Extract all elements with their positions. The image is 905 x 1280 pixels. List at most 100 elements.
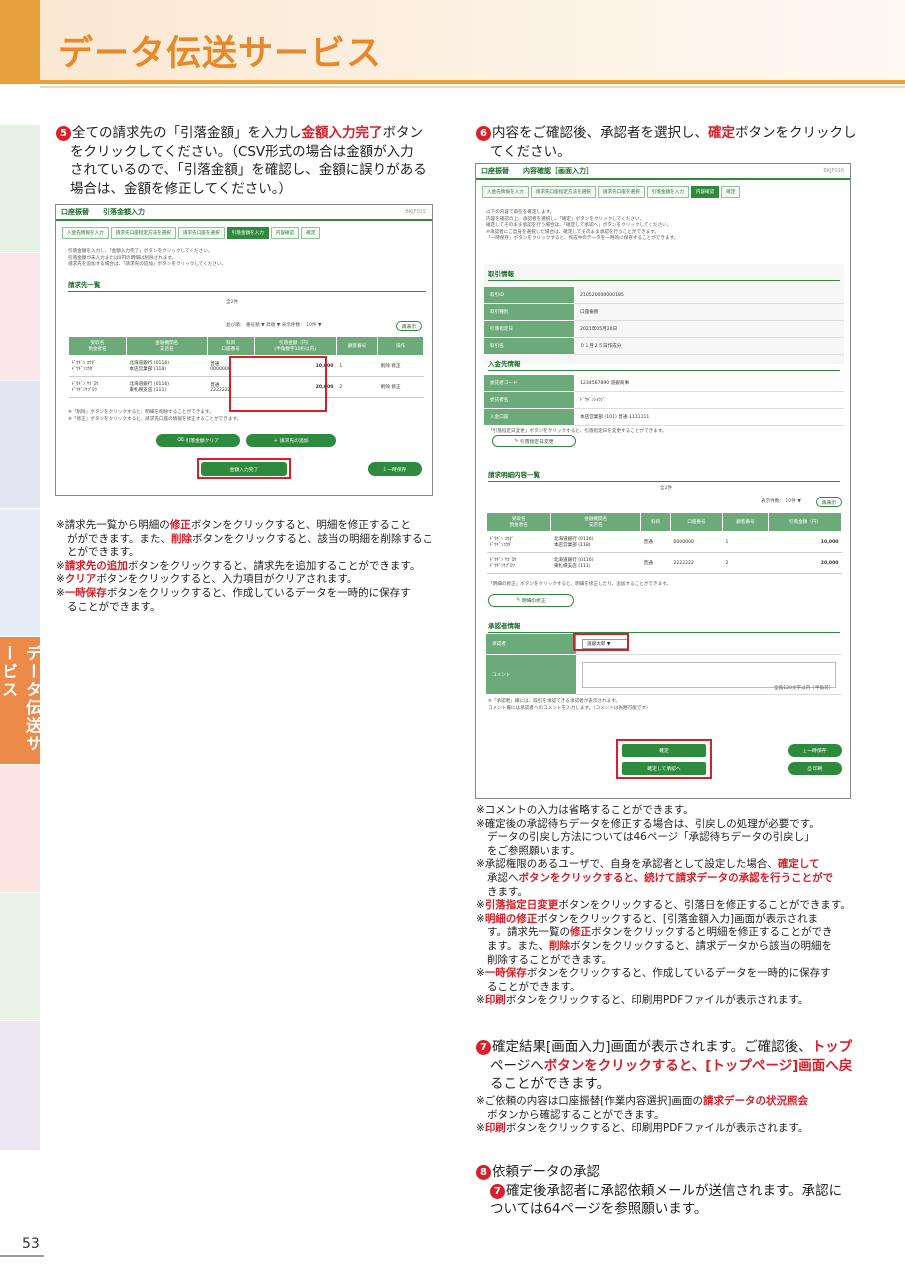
note-segment: ます。また、: [487, 939, 549, 952]
step-number: 5: [56, 126, 71, 141]
table-cell: 2222222: [670, 552, 723, 574]
note-segment: ※: [56, 573, 65, 586]
page-number-rule: [0, 1255, 44, 1257]
note-segment: がができます。また、: [67, 532, 171, 545]
note-line: ることができます。: [476, 981, 861, 995]
note-segment: ※コメントの入力は省略することができます。: [476, 804, 694, 816]
shot6-redisplay-button[interactable]: 再表示: [816, 497, 842, 507]
shot6-trade-title: 取引情報: [488, 268, 840, 281]
stepper-step: 請求先口座指定方法を選択: [530, 186, 596, 198]
shot6-edit-detail-button[interactable]: ✎ 明細の修正: [488, 594, 574, 607]
step-5-text: 5 全ての請求先の「引落金額」を入力し金額入力完了ボタン をクリックしてください。（…: [56, 124, 446, 198]
note-line: ※引落指定日変更ボタンをクリックすると、引落日を修正することができます。: [476, 899, 861, 913]
info-row: 委託者コード 1234567890 道銀商事: [484, 375, 844, 392]
text-line: 「一時保存」ボタンをクリックすると、作成中のデータを一時的に保存することができま…: [486, 236, 679, 241]
info-label: 取引名: [484, 337, 574, 355]
shot5-section-title: 請求先一覧: [68, 279, 426, 292]
shot6-save-button[interactable]: ⤓ 一時保存: [788, 744, 842, 757]
step-7-notes: ※ご依頼の内容は口座振替[作業内容選択]画面の請求データの状況照会 ボタンから確認…: [476, 1095, 861, 1136]
side-tab-3[interactable]: [0, 381, 40, 509]
shot6-per-page[interactable]: 表示件数： 10件 ▼: [761, 499, 801, 506]
note-line: 削除することができます。: [476, 954, 861, 968]
side-tab-2[interactable]: [0, 253, 40, 381]
table-cell: ﾄﾞｳｷﾞﾝ ｺｳﾀﾞ ﾄﾞｳｷﾞﾝｺｳﾀﾞ: [486, 531, 551, 553]
note-segment: ボタンから確認することができます。: [487, 1108, 665, 1121]
side-tab-4[interactable]: [0, 509, 40, 637]
table-cell: 2: [722, 552, 769, 574]
button-name: 明細の修正: [484, 912, 538, 925]
button-name: 印刷: [484, 1122, 506, 1135]
note-segment: ボタンをクリックすると、入力項目がクリアされます。: [96, 573, 358, 586]
button-name: 修正: [169, 519, 191, 531]
shot5-sort-controls[interactable]: 並び順： 番号順 ▼ 昇順 ▼ 表示件数： 10件 ▼: [226, 323, 322, 330]
shot5-intro: 引落金額を入力し、「金額入力完了」ボタンをクリックしてください。 引落金額が未入力…: [68, 249, 432, 269]
shot5-clear-button[interactable]: ⌫ 引落金額クリア: [156, 434, 240, 447]
button-name: 請求先の追加: [64, 559, 128, 572]
side-tab-1[interactable]: [0, 125, 40, 253]
shot6-detail-note: 「明細の修正」ボタンをクリックすると、明細を修正したり、追加することができます。: [488, 582, 671, 587]
shot6-comment-label: コメント: [486, 654, 576, 695]
text-line: 5 全ての請求先の「引落金額」を入力し金額入力完了ボタン: [56, 124, 446, 143]
shot5-redisplay-button[interactable]: 再表示: [396, 321, 422, 331]
note-line: ※請求先の追加ボタンをクリックすると、請求先を追加することができます。: [56, 560, 441, 574]
page-number: 53: [22, 1236, 40, 1252]
column-header: 受取名 預金者名: [68, 336, 127, 356]
note-segment: ※承認権限のあるユーザで、自身を承認者として設定した場合、: [476, 858, 778, 871]
note-segment: をご参照願います。: [487, 844, 581, 857]
info-value: ﾄﾞｳｷﾞﾝｼｮｳｼﾞ: [574, 391, 844, 409]
info-row: 取引ID 210520000000185: [484, 287, 844, 304]
table-cell: 普通: [640, 552, 671, 574]
shot6-approver-note: ※「承認者」欄には、取引を承認できる承認者が表示されます。 コメント欄には承認者へ…: [488, 699, 651, 712]
side-tab-7[interactable]: [0, 893, 40, 1021]
stepper-step: 内容確認: [270, 227, 300, 239]
table-cell: 北海道銀行 (0116) 本店営業部 (118): [550, 531, 641, 553]
side-tab-6[interactable]: [0, 765, 40, 893]
shot6-stepper: 入金先情報を入力 請求先口座指定方法を選択 請求先口座を選択 引落金額を入力 内容確認確…: [482, 186, 850, 198]
shot6-change-date-button[interactable]: ✎ 引落指定日変更: [492, 435, 576, 447]
shot5-save-button[interactable]: ⤓ 一時保存: [368, 462, 422, 476]
note-line: ※承認権限のあるユーザで、自身を承認者として設定した場合、確定して: [476, 858, 861, 872]
info-value: 本店営業部 (101) 普通 1111111: [574, 408, 844, 426]
screenshot-amount-input: 口座振替 引落金額入力 BKJF015 入金先情報を入力 請求先口座指定方法を選択…: [55, 204, 433, 496]
shot6-payee-table: 委託者コード 1234567890 道銀商事 委託者名 ﾄﾞｳｷﾞﾝｼｮｳｼﾞ 入金口座…: [484, 375, 844, 426]
table-cell: 20,000: [768, 552, 842, 574]
text-line: 請求先を追加する場合は、「請求先の追加」ボタンをクリックしてください。: [68, 262, 227, 267]
shot6-approver-title: 承認者情報: [488, 620, 840, 633]
column-header: 顧客番号: [335, 336, 379, 356]
info-row: 取引名 ０１月２５日作成分: [484, 337, 844, 355]
note-line: す。請求先一覧の修正ボタンをクリックすると明細を修正することができ: [476, 926, 861, 940]
button-name: 一時保存: [484, 967, 527, 980]
side-tab-data-transmission[interactable]: データ伝送サービス: [0, 637, 42, 765]
comment-textarea[interactable]: [582, 661, 836, 688]
text-segment: てください。: [490, 143, 571, 160]
step-8-title: 依頼データの承認: [492, 1164, 600, 1180]
note-line: 承認へボタンをクリックすると、続けて請求データの承認を行うことがで: [476, 872, 861, 886]
column-header: 引落金額（円） (半角数字10桁以内): [253, 336, 337, 356]
note-segment: ※: [476, 994, 485, 1007]
text-line: 7 確定結果[画面入力]画面が表示されます。ご確認後、トップ: [476, 1038, 866, 1057]
note-line: ※クリアボタンをクリックすると、入力項目がクリアされます。: [56, 573, 441, 587]
info-row: 取引種別 口座振替: [484, 303, 844, 321]
note-segment: きます。: [487, 885, 528, 898]
info-value: 1234567890 道銀商事: [574, 375, 844, 392]
step-6-text: 6 内容をご確認後、承認者を選択し、確定ボタンをクリックし てください。: [476, 124, 866, 161]
shot5-highlight-amount: [229, 356, 327, 412]
note-segment: ※: [476, 899, 485, 912]
text-segment: ついては64ページを参照願います。: [490, 1201, 708, 1217]
shot6-intro: 以下の内容で取引を確定します。 内容を確認の上、承認者を選択し、「確定」ボタンをク…: [486, 210, 850, 243]
shot6-print-button[interactable]: ⎙ 印刷: [788, 762, 842, 775]
text-line: 場合は、金額を修正してください。）: [56, 180, 446, 199]
note-segment: ることができます。: [67, 600, 161, 613]
info-label: 引落指定日: [484, 320, 574, 338]
table-row: ﾄﾞｳｷﾞﾝ ｻﾌﾞﾛｳ ﾄﾞｳｷﾞﾝｻﾌﾞﾛｳ 北海道銀行 (0116) 東札幌…: [486, 552, 842, 574]
note-segment: ※確定後の承認待ちデータを修正する場合は、引戻しの処理が必要です。: [476, 817, 820, 830]
note-line: ※確定後の承認待ちデータを修正する場合は、引戻しの処理が必要です。: [476, 818, 861, 832]
side-tab-label: データ伝送サービス: [0, 645, 42, 753]
note-line: ※明細の修正ボタンをクリックすると、[引落金額入力]画面が表示されま: [476, 913, 861, 927]
step-number: 7: [476, 1040, 491, 1055]
shot6-comment-limit: 全角120文字以内［半角可］: [774, 686, 834, 691]
text-segment: ページへ: [490, 1057, 544, 1074]
shot5-add-payer-button[interactable]: ＋ 請求先の追加: [246, 434, 336, 447]
side-tab-8[interactable]: [0, 1021, 40, 1151]
text-line: ることができます。: [476, 1075, 866, 1094]
